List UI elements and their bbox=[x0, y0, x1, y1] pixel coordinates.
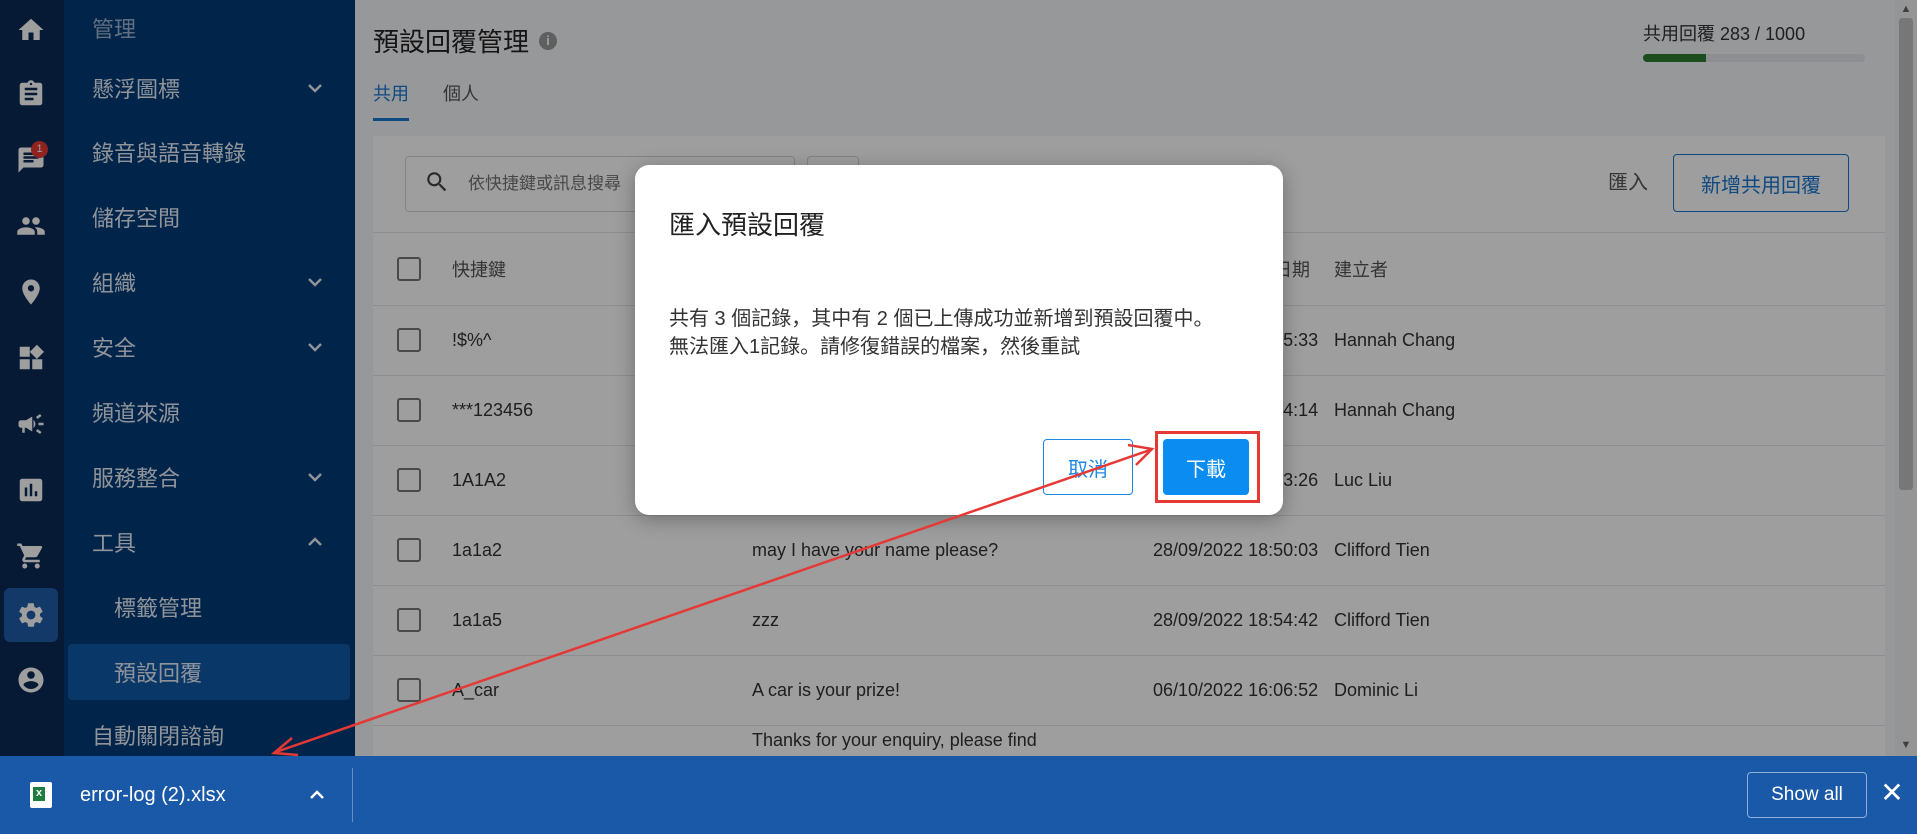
annotation-highlight-box bbox=[1155, 431, 1260, 503]
download-filename: error-log (2).xlsx bbox=[80, 783, 226, 806]
browser-download-bar: error-log (2).xlsx Show all ✕ bbox=[0, 756, 1917, 834]
dialog-message-line-2: 無法匯入1記錄。請修復錯誤的檔案，然後重試 bbox=[669, 336, 1081, 358]
show-all-button[interactable]: Show all bbox=[1747, 772, 1867, 818]
download-bar-divider bbox=[352, 768, 353, 822]
chevron-up-icon[interactable] bbox=[306, 784, 328, 806]
excel-file-icon bbox=[30, 782, 52, 808]
dialog-title: 匯入預設回覆 bbox=[669, 210, 826, 240]
download-item[interactable]: error-log (2).xlsx bbox=[0, 756, 352, 834]
dialog-message-line-1: 共有 3 個記錄，其中有 2 個已上傳成功並新增到預設回覆中。 bbox=[669, 308, 1214, 330]
cancel-button[interactable]: 取消 bbox=[1043, 439, 1133, 495]
close-icon[interactable]: ✕ bbox=[1877, 778, 1907, 808]
dialog-message: 共有 3 個記錄，其中有 2 個已上傳成功並新增到預設回覆中。 無法匯入1記錄。… bbox=[669, 305, 1229, 361]
